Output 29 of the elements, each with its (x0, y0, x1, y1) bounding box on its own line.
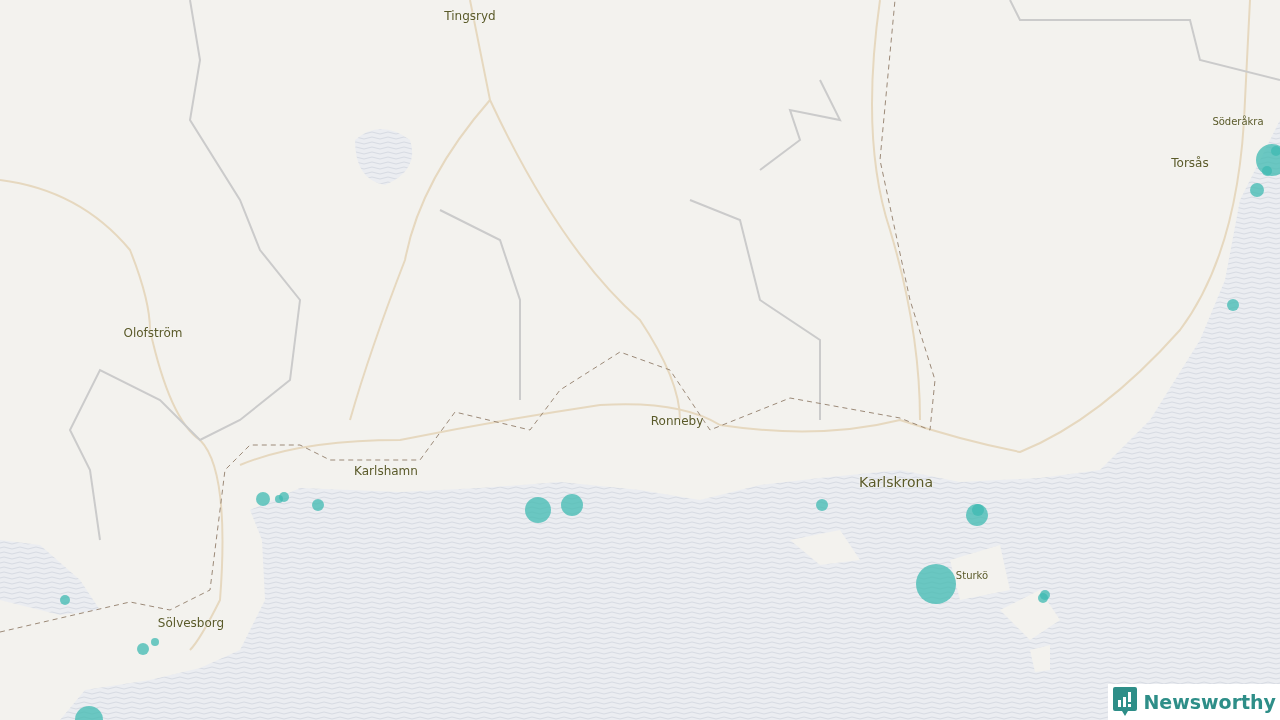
place-label: Olofström (123, 326, 183, 340)
map-marker[interactable] (916, 564, 956, 604)
place-label: Sturkö (955, 569, 989, 581)
map-marker[interactable] (137, 643, 149, 655)
chart-bubble-icon (1113, 687, 1138, 717)
place-label: Torsås (1171, 156, 1209, 170)
map-marker[interactable] (1227, 299, 1239, 311)
lake (355, 129, 413, 185)
place-label: Sölvesborg (157, 616, 225, 630)
place-label: Ronneby (650, 414, 704, 428)
map-marker[interactable] (256, 492, 270, 506)
map-marker[interactable] (1271, 146, 1280, 156)
map-marker[interactable] (561, 494, 583, 516)
brand-logo[interactable]: Newsworthy (1108, 684, 1280, 720)
map-marker[interactable] (972, 504, 984, 516)
brand-name: Newsworthy (1143, 691, 1276, 713)
map-marker[interactable] (1250, 183, 1264, 197)
place-label: Tingsryd (444, 9, 496, 23)
place-label: Karlskrona (859, 474, 933, 490)
map-marker[interactable] (525, 497, 551, 523)
map-marker[interactable] (60, 595, 70, 605)
map-marker[interactable] (312, 499, 324, 511)
map-marker[interactable] (151, 638, 159, 646)
map-marker[interactable] (816, 499, 828, 511)
map-marker[interactable] (1262, 166, 1272, 176)
place-label: Söderåkra (1212, 115, 1264, 127)
map-marker[interactable] (75, 706, 103, 720)
map-marker[interactable] (279, 492, 289, 502)
place-label: Karlshamn (354, 464, 418, 478)
